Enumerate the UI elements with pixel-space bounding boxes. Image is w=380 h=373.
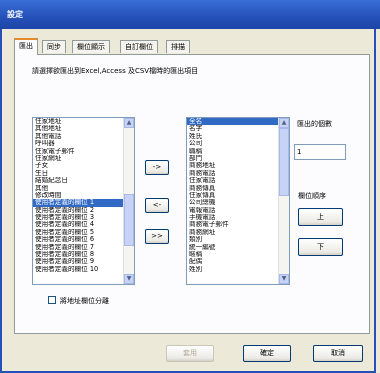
tab-custom-fields[interactable]: 自訂欄位 [120, 40, 158, 53]
list-item[interactable]: 使用者定義的欄位 6 [33, 236, 134, 243]
list-item[interactable]: 公司 [187, 140, 289, 147]
available-fields-scrollbar[interactable]: ▲ ▼ [123, 118, 134, 284]
tab-sort[interactable]: 排描 [166, 40, 190, 53]
add-all-fields-button[interactable]: >> [145, 229, 169, 244]
list-item[interactable]: 商務電子郵件 [187, 221, 289, 228]
scroll-up-arrow-icon[interactable]: ▲ [279, 118, 289, 128]
split-address-label: 將地址欄位分離 [60, 297, 109, 305]
list-item[interactable]: 其他電話 [33, 133, 134, 140]
list-item[interactable]: 公司總機 [187, 199, 289, 206]
title-bar: 設定 [0, 0, 380, 29]
instruction-text: 請選擇欲匯出到Excel,Access 及CSV檔時的匯出項目 [32, 67, 199, 75]
list-item[interactable]: 其他地址 [33, 125, 134, 132]
remove-field-button[interactable]: <- [145, 198, 169, 213]
list-item[interactable]: 使用者定義的欄位 7 [33, 244, 134, 251]
list-item[interactable]: 名字 [187, 125, 289, 132]
move-up-button[interactable]: 上 [298, 208, 343, 226]
list-item[interactable]: 商務傳真 [187, 185, 289, 192]
list-item[interactable]: 住家電子郵件 [33, 148, 134, 155]
list-item[interactable]: 結婚紀念日 [33, 177, 134, 184]
export-fields-scrollbar[interactable]: ▲ ▼ [278, 118, 289, 284]
tab-sync[interactable]: 同步 [42, 40, 66, 53]
list-item[interactable]: 商務電話 [187, 170, 289, 177]
tab-field-display[interactable]: 欄位顯示 [72, 40, 110, 53]
field-order-label: 欄位順序 [298, 192, 326, 200]
add-field-button[interactable]: -> [145, 160, 169, 175]
list-item[interactable]: 住家電話 [187, 177, 289, 184]
list-item[interactable]: 商務地址 [187, 162, 289, 169]
list-item[interactable]: 使用者定義的欄位 9 [33, 258, 134, 265]
list-item[interactable]: 職稱 [187, 148, 289, 155]
list-item[interactable]: 使用者定義的欄位 2 [33, 207, 134, 214]
ok-button[interactable]: 確定 [243, 345, 291, 362]
list-item[interactable]: 類別 [187, 236, 289, 243]
split-address-checkbox[interactable] [48, 296, 56, 304]
export-count-label: 匯出的個數 [297, 120, 332, 128]
list-item[interactable]: 呼叫器 [33, 140, 134, 147]
list-item[interactable]: 姓氏 [187, 133, 289, 140]
scroll-up-arrow-icon[interactable]: ▲ [124, 118, 134, 128]
scroll-down-arrow-icon[interactable]: ▼ [124, 274, 134, 284]
list-item[interactable]: 姓別 [187, 266, 289, 273]
apply-button[interactable]: 套用 [166, 345, 214, 362]
list-item[interactable]: 生日 [33, 170, 134, 177]
list-item[interactable]: 住家地址 [33, 118, 134, 125]
list-item[interactable]: 使用者定義的欄位 10 [33, 266, 134, 273]
tab-export[interactable]: 匯出 [14, 38, 38, 55]
list-item[interactable]: 使用者定義的欄位 8 [33, 251, 134, 258]
cancel-button[interactable]: 取消 [313, 345, 363, 362]
list-item[interactable]: 配偶 [187, 258, 289, 265]
available-fields-list[interactable]: 住家地址 其他地址 其他電話 呼叫器 住家電子郵件 住家網址 子女 生日 結婚紀念日 其他 修改時間… [32, 117, 135, 285]
export-count-field[interactable]: 1 [294, 144, 346, 160]
scroll-down-arrow-icon[interactable]: ▼ [279, 274, 289, 284]
list-item[interactable]: 暱稱 [187, 251, 289, 258]
list-item[interactable]: 手機電話 [187, 214, 289, 221]
move-down-button[interactable]: 下 [298, 238, 343, 256]
list-item[interactable]: 使用者定義的欄位 5 [33, 229, 134, 236]
list-item[interactable]: 全名 [187, 118, 289, 126]
window-title: 設定 [7, 10, 23, 19]
list-item[interactable]: 住家網址 [33, 155, 134, 162]
list-item[interactable]: 商務網址 [187, 229, 289, 236]
export-fields-list[interactable]: 全名 名字 姓氏 公司 職稱 部門 商務地址 商務電話 住家電話 商務傳真 住家傳真 公司總機 電報電話… [186, 117, 290, 285]
list-item[interactable]: 修改時間 [33, 192, 134, 199]
list-item[interactable]: 其他 [33, 185, 134, 192]
list-item[interactable]: 電報電話 [187, 207, 289, 214]
scroll-thumb[interactable] [279, 128, 289, 196]
list-item[interactable]: 使用者定義的欄位 1 [33, 199, 134, 207]
scroll-thumb[interactable] [124, 194, 134, 246]
list-item[interactable]: 子女 [33, 162, 134, 169]
list-item[interactable]: 統一編號 [187, 244, 289, 251]
list-item[interactable]: 部門 [187, 155, 289, 162]
list-item[interactable]: 使用者定義的欄位 4 [33, 221, 134, 228]
list-item[interactable]: 使用者定義的欄位 3 [33, 214, 134, 221]
list-item[interactable]: 住家傳真 [187, 192, 289, 199]
